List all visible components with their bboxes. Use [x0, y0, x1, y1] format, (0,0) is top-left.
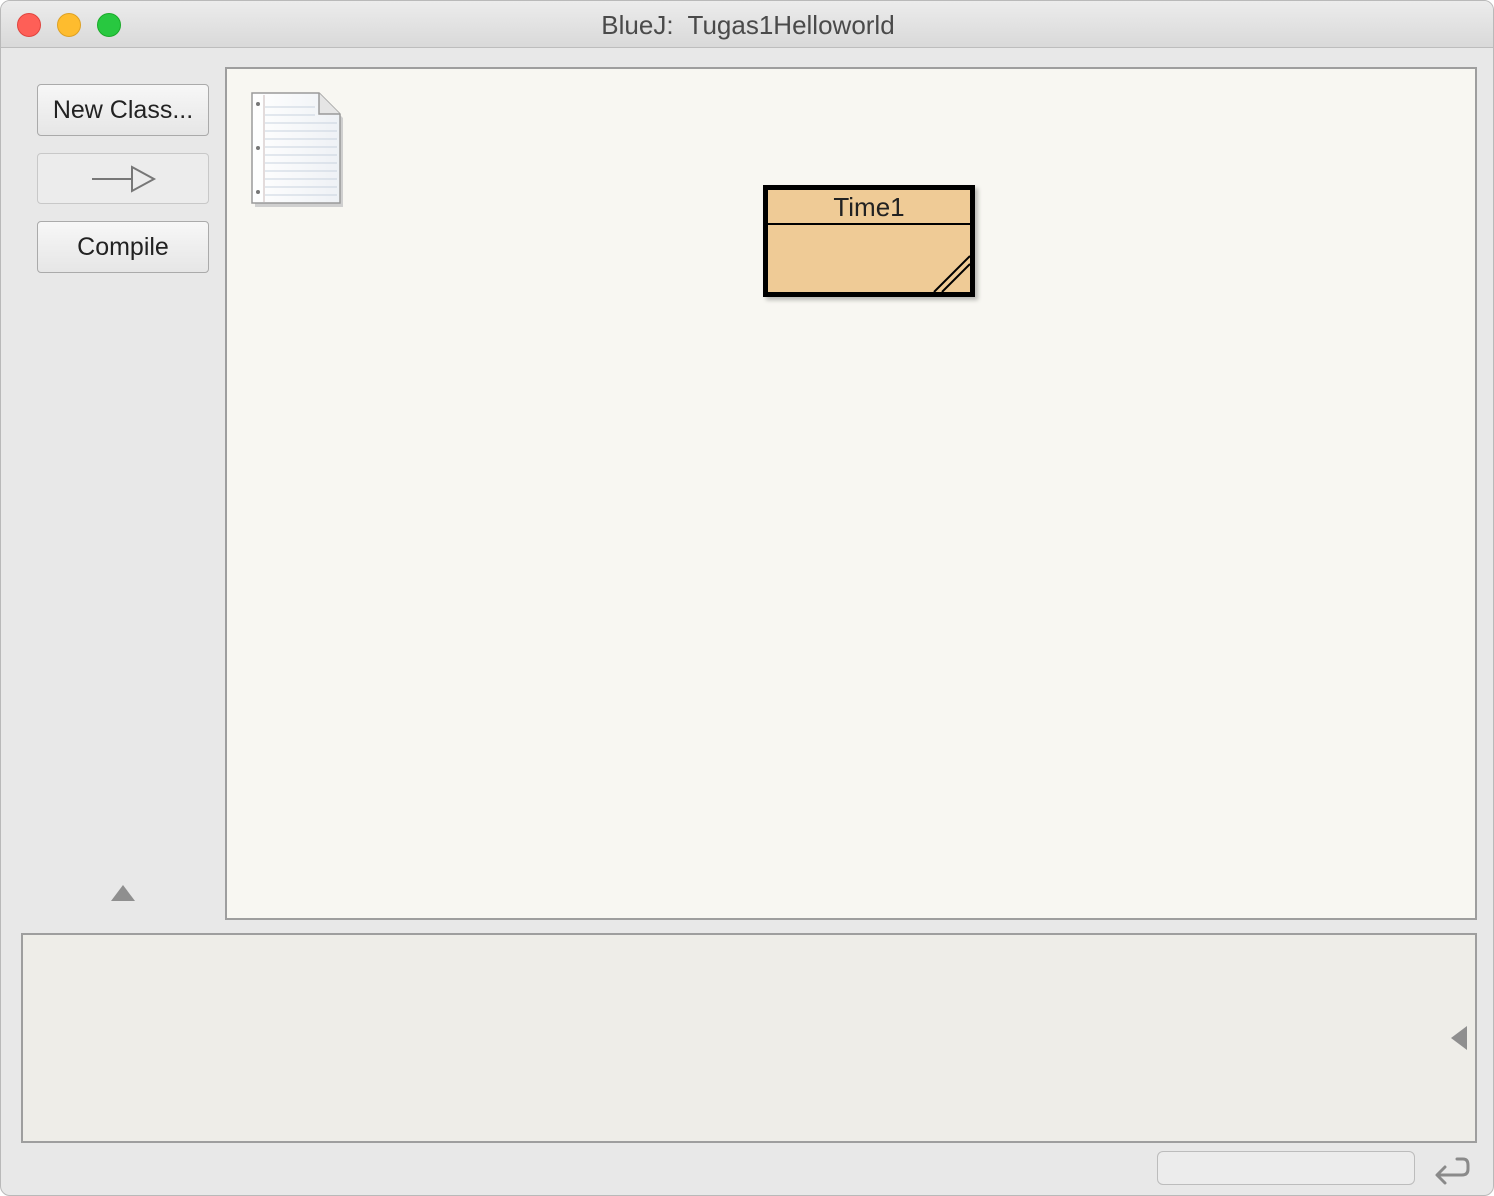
- class-name-label: Time1: [768, 190, 970, 225]
- status-input[interactable]: [1157, 1151, 1415, 1185]
- bluej-window: BlueJ: Tugas1Helloworld New Class... Com…: [0, 0, 1494, 1196]
- new-inheritance-button[interactable]: [37, 153, 209, 204]
- window-title: BlueJ: Tugas1Helloworld: [601, 10, 895, 40]
- expand-up-icon[interactable]: [111, 885, 135, 901]
- compile-button[interactable]: Compile: [37, 221, 209, 273]
- expand-left-icon[interactable]: [1451, 1026, 1467, 1050]
- uncompiled-hatch-icon: [933, 255, 970, 292]
- inheritance-arrow-icon: [92, 165, 157, 193]
- title-bar: BlueJ: Tugas1Helloworld: [1, 1, 1493, 48]
- class-box-time1[interactable]: Time1: [763, 185, 975, 297]
- readme-document-icon[interactable]: [249, 91, 343, 209]
- enter-return-icon[interactable]: [1431, 1151, 1471, 1187]
- document-icon: [251, 92, 343, 207]
- new-class-button[interactable]: New Class...: [37, 84, 209, 136]
- terminal-panel[interactable]: [21, 933, 1477, 1143]
